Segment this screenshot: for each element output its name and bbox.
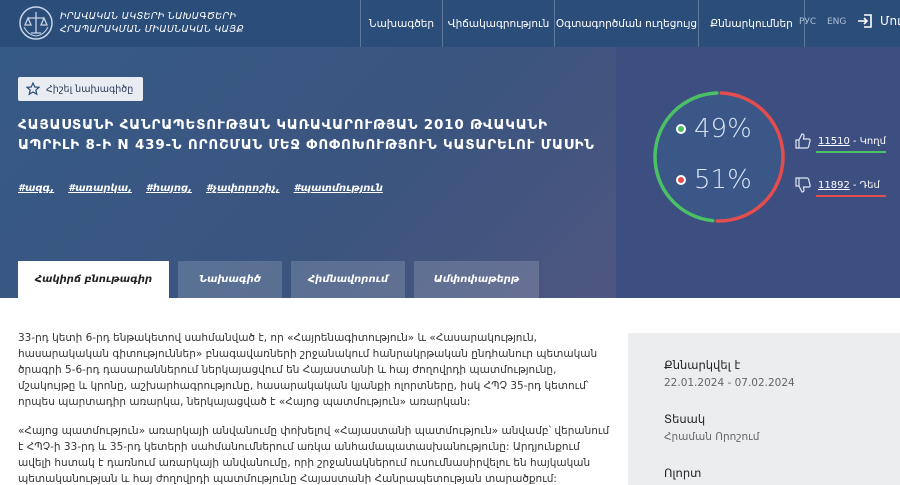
vote-no-dot	[676, 175, 686, 185]
site-header: ԻՐԱՎԱԿԱՆ ԱԿՏԵՐԻ ՆԱԽԱԳԾԵՐԻ ՀՐԱՊԱՐԱԿՄԱՆ ՄԻ…	[0, 0, 900, 47]
vote-no-count: 11892	[818, 179, 850, 191]
tag-history[interactable]: #պատմություն	[294, 183, 383, 194]
login-icon	[858, 14, 872, 28]
vote-no-button[interactable]: 11892 - Դեմ	[794, 176, 880, 194]
favorite-label: Հիշել նախագիծը	[46, 83, 134, 95]
login-button[interactable]: Մուտք	[856, 12, 900, 30]
tag-standard[interactable]: #չափորոշիչ,	[206, 183, 280, 194]
site-title-line1: ԻՐԱՎԱԿԱՆ ԱԿՏԵՐԻ ՆԱԽԱԳԾԵՐԻ	[60, 11, 237, 22]
thumbs-up-icon	[795, 133, 811, 149]
tab-summary-sheet[interactable]: Ամփոփաթերթ	[414, 261, 539, 298]
tag-nation[interactable]: #ազգ,	[18, 183, 54, 194]
vote-yes-percent: 49%	[694, 114, 752, 144]
nav-item-discussions[interactable]: Քննարկումներ	[698, 0, 805, 47]
vote-no-underline	[816, 195, 886, 197]
coat-of-arms-logo[interactable]	[18, 5, 54, 41]
project-description: 33-րդ կետի 6-րդ ենթակետով սահմանված է, ո…	[18, 330, 616, 485]
nav-item-statistics[interactable]: Վիճակագրություն	[442, 0, 554, 47]
main-nav: Նախագծեր Վիճակագրություն Օգտագործման ուղ…	[360, 0, 805, 47]
favorite-button[interactable]: Հիշել նախագիծը	[18, 77, 144, 101]
tab-draft[interactable]: Նախագիծ	[178, 261, 282, 298]
field-label: Ոլորտ	[664, 466, 702, 480]
site-title[interactable]: ԻՐԱՎԱԿԱՆ ԱԿՏԵՐԻ ՆԱԽԱԳԾԵՐԻ ՀՐԱՊԱՐԱԿՄԱՆ ՄԻ…	[60, 10, 244, 36]
project-hero: Հիշել նախագիծը ՀԱՅԱՍՏԱՆԻ ՀԱՆՐԱՊԵՏՈՒԹՅԱՆ …	[0, 47, 900, 298]
login-label: Մուտք	[880, 14, 900, 28]
vote-yes-label: - Կողմ	[852, 135, 886, 147]
discussed-label: Քննարկվել է	[664, 358, 741, 372]
vote-no-label: - Դեմ	[852, 179, 880, 191]
tab-summary[interactable]: Հակիրճ բնութագիր	[18, 261, 169, 298]
project-title: ՀԱՅԱՍՏԱՆԻ ՀԱՆՐԱՊԵՏՈՒԹՅԱՆ ԿԱՌԱՎԱՐՈՒԹՅԱՆ 2…	[18, 117, 595, 153]
vote-yes-button[interactable]: 11510 - Կողմ	[794, 132, 886, 150]
vote-yes-underline	[816, 151, 886, 153]
project-tabs: Հակիրճ բնութագիր Նախագիծ Հիմնավորում Ամփ…	[18, 261, 548, 298]
star-icon	[26, 82, 40, 96]
vote-ring-chart	[653, 91, 785, 223]
tab-justification[interactable]: Հիմնավորում	[291, 261, 405, 298]
project-info-sidebar: Քննարկվել է 22.01.2024 - 07.02.2024 Տեսա…	[628, 333, 900, 485]
description-paragraph: «Հայոց պատմություն» առարկայի անվանումը փ…	[18, 425, 610, 485]
vote-panel: 49% 51% 11510 - Կողմ 11892 - Դեմ	[616, 47, 900, 298]
tag-subject[interactable]: #առարկա,	[68, 183, 132, 194]
thumbs-down-icon	[795, 177, 811, 193]
description-paragraph: 33-րդ կետի 6-րդ ենթակետով սահմանված է, ո…	[18, 332, 598, 408]
type-label: Տեսակ	[664, 412, 706, 426]
nav-item-guide[interactable]: Օգտագործման ուղեցույց	[554, 0, 698, 47]
site-title-line2: ՀՐԱՊԱՐԱԿՄԱՆ ՄԻԱՍՆԱԿԱՆ ԿԱՅՔ	[60, 24, 244, 35]
type-value: Հրաման Որոշում	[664, 431, 760, 443]
tag-list: #ազգ, #առարկա, #հայոց, #չափորոշիչ, #պատմ…	[18, 183, 397, 194]
nav-item-projects[interactable]: Նախագծեր	[360, 0, 442, 47]
tag-armenian[interactable]: #հայոց,	[146, 183, 192, 194]
discussed-dates: 22.01.2024 - 07.02.2024	[664, 377, 795, 389]
vote-yes-dot	[676, 124, 686, 134]
lang-ru[interactable]: РУС	[799, 17, 816, 27]
vote-yes-count: 11510	[818, 135, 850, 147]
lang-en[interactable]: ENG	[827, 17, 846, 27]
vote-no-percent: 51%	[694, 165, 752, 195]
